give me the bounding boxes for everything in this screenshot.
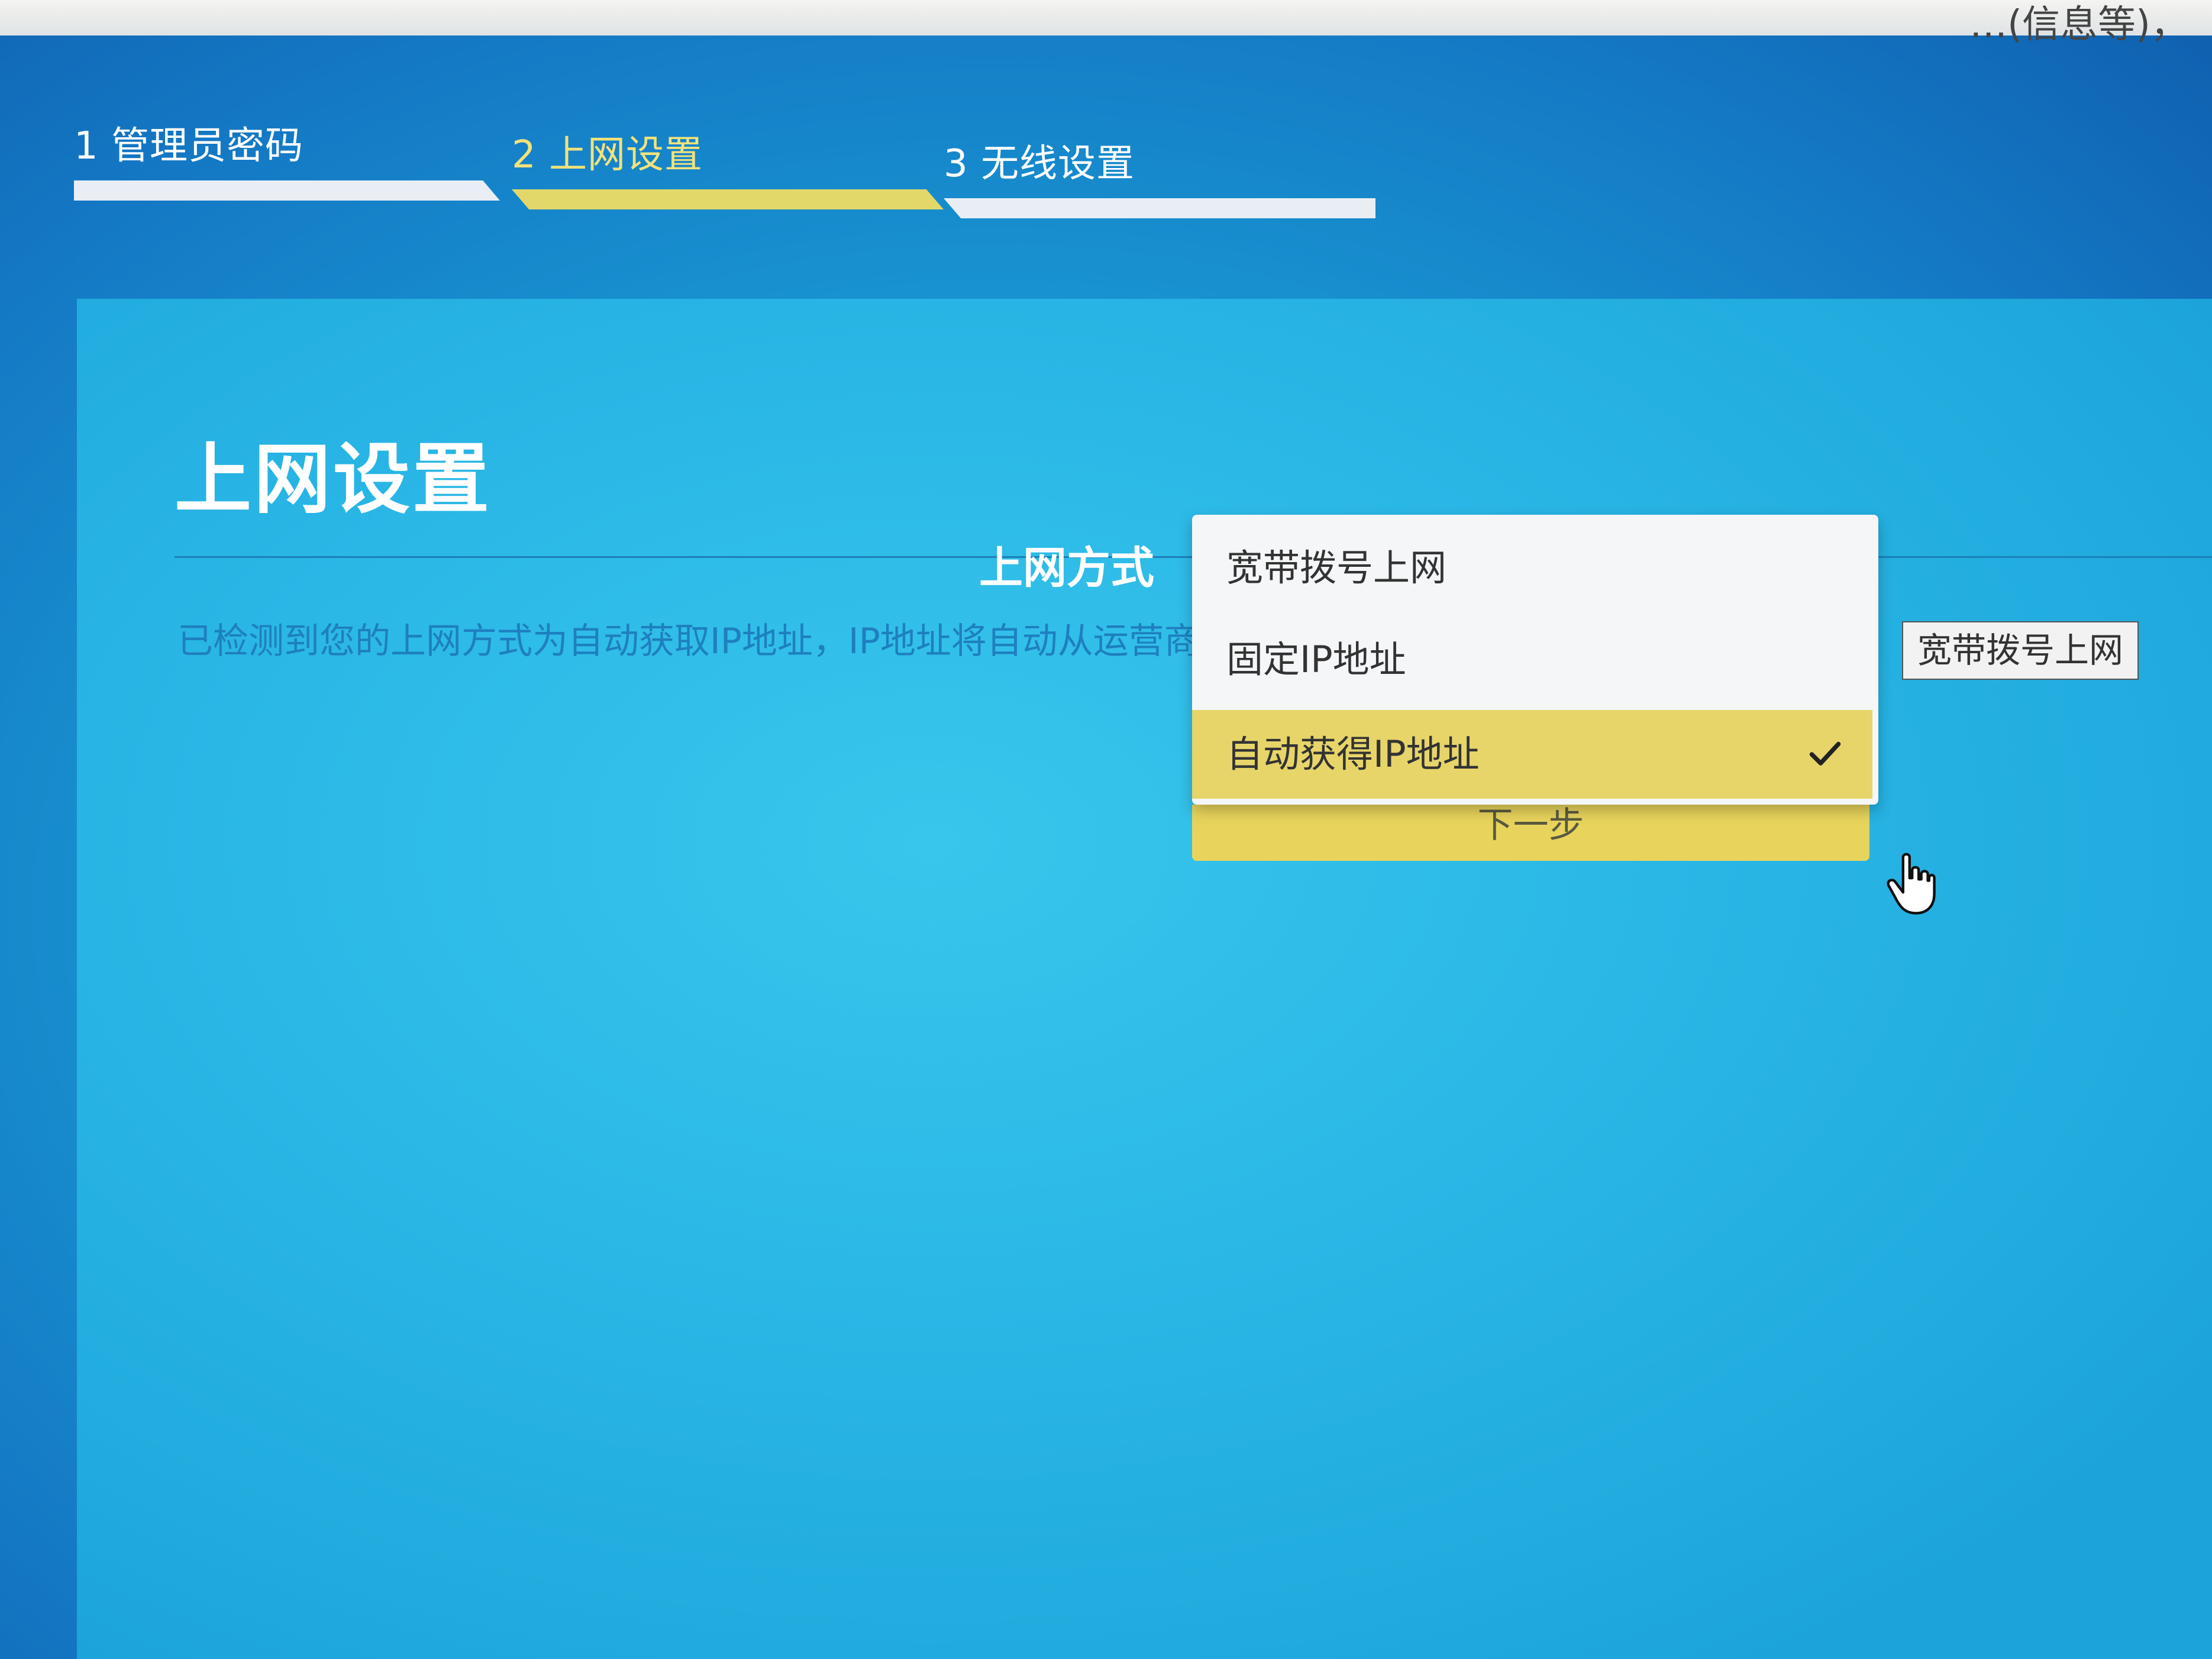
next-step-button[interactable]: 下一步 — [1192, 805, 1869, 861]
internet-settings-panel: 上网设置 已检测到您的上网方式为自动获取IP地址，IP地址将自动从运营商处获取，… — [77, 299, 2212, 1659]
option-label: 自动获得IP地址 — [1226, 732, 1480, 776]
step-admin-password[interactable]: 1 管理员密码 — [74, 115, 500, 201]
top-paper-text: …(信息等)， — [1969, 3, 2188, 47]
step-progress-bar — [944, 198, 1375, 218]
check-icon — [1809, 741, 1841, 766]
step-progress-bar — [74, 180, 500, 201]
step-progress-bar — [512, 189, 944, 209]
option-pppoe[interactable]: 宽带拨号上网 — [1192, 524, 1872, 612]
setup-steps: 1 管理员密码 2 上网设置 3 无线设置 — [74, 115, 1375, 234]
option-label: 宽带拨号上网 — [1226, 546, 1447, 589]
option-static-ip[interactable]: 固定IP地址 — [1192, 615, 1872, 704]
option-dhcp[interactable]: 自动获得IP地址 — [1192, 710, 1872, 799]
page-title: 上网设置 — [175, 434, 492, 524]
step-wireless-settings[interactable]: 3 无线设置 — [944, 133, 1375, 218]
option-label: 固定IP地址 — [1226, 638, 1406, 681]
step-internet-settings[interactable]: 2 上网设置 — [512, 124, 944, 209]
step-label: 3 无线设置 — [944, 142, 1135, 186]
hand-pointer-icon — [1887, 853, 1936, 915]
top-paper-edge: …(信息等)， — [0, 0, 2212, 47]
connection-type-label: 上网方式 — [979, 543, 1154, 593]
step-label: 1 管理员密码 — [74, 124, 304, 168]
connection-type-dropdown[interactable]: 宽带拨号上网 固定IP地址 自动获得IP地址 — [1192, 515, 1878, 805]
tooltip: 宽带拨号上网 — [1902, 621, 2139, 680]
step-label: 2 上网设置 — [512, 133, 703, 177]
router-setup-screen: …(信息等)， 1 管理员密码 2 上网设置 3 无线设置 上网设置 已检测到您… — [0, 0, 2212, 1659]
